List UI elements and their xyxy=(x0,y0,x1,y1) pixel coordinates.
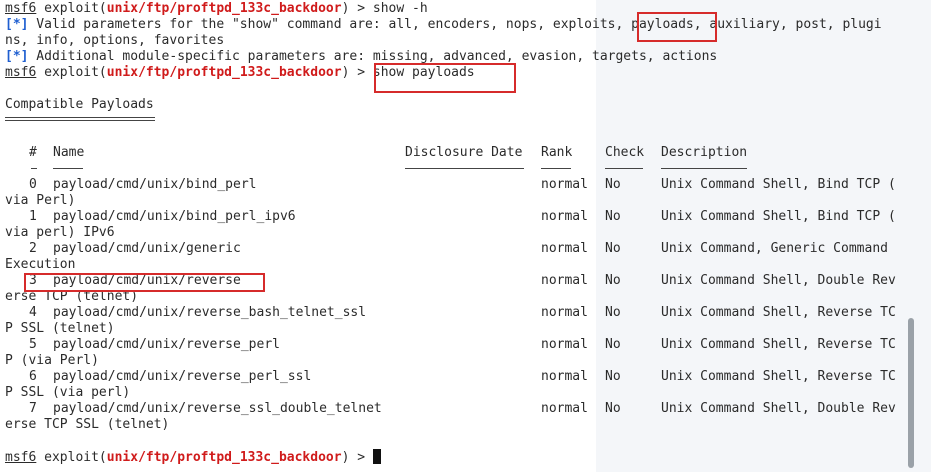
info-marker: [*] xyxy=(5,49,29,64)
row-description-wrap: via Perl) xyxy=(5,193,76,208)
column-header-rank: Rank xyxy=(541,145,573,160)
row-name: payload/cmd/unix/generic xyxy=(53,241,241,256)
highlight-box-reverse-payload xyxy=(24,273,265,292)
prompt-user: msf6 xyxy=(5,450,37,465)
row-description: Unix Command Shell, Reverse TC xyxy=(661,305,896,320)
help-text-2: ns, info, options, favorites xyxy=(5,33,225,48)
column-underline-rank xyxy=(541,168,571,169)
column-underline-date xyxy=(405,168,524,169)
prompt-module: unix/ftp/proftpd_133c_backdoor xyxy=(106,450,342,465)
command-show-h: show -h xyxy=(372,1,428,16)
row-description-wrap: Execution xyxy=(5,257,76,272)
column-header-check: Check xyxy=(605,145,645,160)
prompt-suffix: ) > xyxy=(341,450,373,465)
row-rank: normal xyxy=(541,401,588,416)
prompt-exploit-word: exploit( xyxy=(44,1,107,16)
column-header-name: Name xyxy=(53,145,85,160)
column-underline-name xyxy=(53,168,83,169)
column-underline-description xyxy=(661,168,747,169)
row-check: No xyxy=(605,401,621,416)
row-description-wrap: P SSL (via perl) xyxy=(5,385,131,400)
row-check: No xyxy=(605,305,621,320)
terminal-scrollbar[interactable] xyxy=(908,318,914,468)
row-number: 2 xyxy=(29,241,37,256)
row-rank: normal xyxy=(541,305,588,320)
row-description-wrap: erse TCP SSL (telnet) xyxy=(5,417,170,432)
column-header-num: # xyxy=(29,145,37,160)
column-underline-num xyxy=(31,168,37,169)
row-rank: normal xyxy=(541,177,588,192)
section-title-underline-2 xyxy=(5,120,155,121)
prompt-suffix: ) > xyxy=(341,65,373,80)
terminal-cursor xyxy=(372,449,381,464)
row-rank: normal xyxy=(541,209,588,224)
row-description: Unix Command Shell, Bind TCP ( xyxy=(661,177,896,192)
row-name: payload/cmd/unix/bind_perl xyxy=(53,177,257,192)
row-rank: normal xyxy=(541,241,588,256)
section-title: Compatible Payloads xyxy=(5,97,154,112)
row-rank: normal xyxy=(541,337,588,352)
prompt-exploit-word: exploit( xyxy=(44,450,107,465)
row-check: No xyxy=(605,209,621,224)
row-name: payload/cmd/unix/reverse_perl_ssl xyxy=(53,369,312,384)
row-number: 1 xyxy=(29,209,37,224)
row-description: Unix Command Shell, Bind TCP ( xyxy=(661,209,896,224)
section-title-underline xyxy=(5,117,155,118)
row-check: No xyxy=(605,337,621,352)
prompt-line-3[interactable]: msf6 exploit(unix/ftp/proftpd_133c_backd… xyxy=(5,449,381,465)
row-description: Unix Command Shell, Reverse TC xyxy=(661,337,896,352)
row-description-wrap: via perl) IPv6 xyxy=(5,225,115,240)
row-description: Unix Command, Generic Command xyxy=(661,241,888,256)
column-underline-check xyxy=(605,168,643,169)
help-text-1: Valid parameters for the "show" command … xyxy=(28,17,882,32)
prompt-module: unix/ftp/proftpd_133c_backdoor xyxy=(106,1,342,16)
column-header-date: Disclosure Date xyxy=(405,145,523,160)
row-description-wrap: P (via Perl) xyxy=(5,353,99,368)
info-marker: [*] xyxy=(5,17,29,32)
prompt-user: msf6 xyxy=(5,1,37,16)
row-description-wrap: P SSL (telnet) xyxy=(5,321,115,336)
prompt-module: unix/ftp/proftpd_133c_backdoor xyxy=(106,65,342,80)
highlight-box-show-payloads xyxy=(374,63,516,93)
help-line-3: [*] Additional module-specific parameter… xyxy=(5,49,717,65)
prompt-line-1: msf6 exploit(unix/ftp/proftpd_133c_backd… xyxy=(5,1,428,17)
row-check: No xyxy=(605,177,621,192)
prompt-user: msf6 xyxy=(5,65,37,80)
prompt-suffix: ) > xyxy=(341,1,373,16)
help-line-2: ns, info, options, favorites xyxy=(5,33,224,49)
help-line-1: [*] Valid parameters for the "show" comm… xyxy=(5,17,882,33)
highlight-box-payloads-param xyxy=(637,12,717,42)
row-description: Unix Command Shell, Reverse TC xyxy=(661,369,896,384)
row-name: payload/cmd/unix/reverse_ssl_double_teln… xyxy=(53,401,382,416)
row-check: No xyxy=(605,273,621,288)
row-rank: normal xyxy=(541,369,588,384)
row-number: 0 xyxy=(29,177,37,192)
terminal-window[interactable]: msf6 exploit(unix/ftp/proftpd_133c_backd… xyxy=(0,0,931,472)
row-name: payload/cmd/unix/reverse_bash_telnet_ssl xyxy=(53,305,367,320)
row-number: 5 xyxy=(29,337,37,352)
prompt-exploit-word: exploit( xyxy=(44,65,107,80)
row-name: payload/cmd/unix/reverse_perl xyxy=(53,337,280,352)
row-rank: normal xyxy=(541,273,588,288)
row-description: Unix Command Shell, Double Rev xyxy=(661,401,896,416)
row-number: 7 xyxy=(29,401,37,416)
row-number: 4 xyxy=(29,305,37,320)
row-name: payload/cmd/unix/bind_perl_ipv6 xyxy=(53,209,296,224)
help-text-3: Additional module-specific parameters ar… xyxy=(28,49,718,64)
row-check: No xyxy=(605,241,621,256)
row-check: No xyxy=(605,369,621,384)
row-number: 6 xyxy=(29,369,37,384)
column-header-description: Description xyxy=(661,145,748,160)
row-description: Unix Command Shell, Double Rev xyxy=(661,273,896,288)
